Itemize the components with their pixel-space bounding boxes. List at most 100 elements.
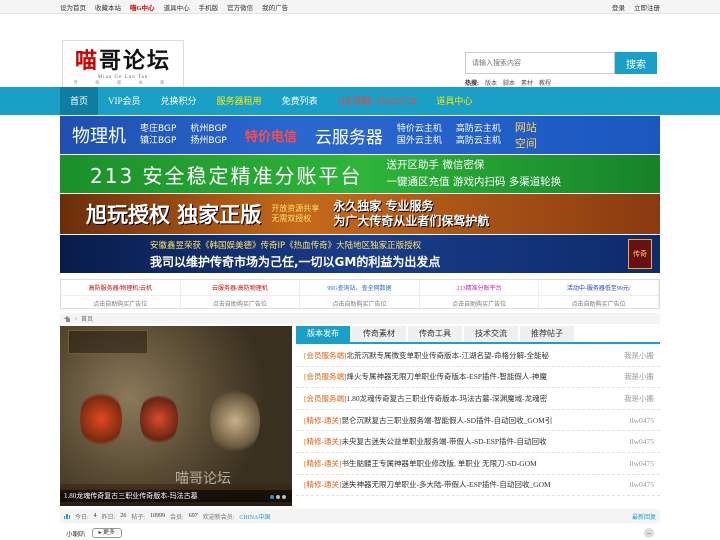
nav-server-rental[interactable]: 服务器租用	[207, 87, 272, 115]
post-title-text[interactable]: 北荒沉默专属微变单职业传奇版本-江湖名望-命格分解-全能秘	[347, 351, 550, 360]
ad-banner-license[interactable]: 旭玩授权 独家正版 开放资源共享 无需双授权 永久独家 专业服务 为广大传奇从业者们…	[60, 194, 660, 234]
buy-ad-slot-link[interactable]: 点击自助购买广告位	[539, 295, 659, 310]
post-category[interactable]: [精修-通关]	[304, 480, 342, 489]
stat-newest-member[interactable]: CHINA中国	[239, 512, 270, 521]
tab-recommended-posts[interactable]: 推荐帖子	[520, 326, 574, 342]
bookmark-link[interactable]: 收藏本站	[95, 2, 121, 12]
more-button[interactable]: ▸ 更多	[91, 528, 123, 538]
search-input[interactable]	[465, 52, 615, 74]
nav-item-center[interactable]: 道具中心	[426, 87, 482, 115]
post-category[interactable]: [精修-通关]	[304, 459, 342, 468]
breadcrumb: › 首页	[60, 313, 660, 324]
post-row[interactable]: [会员服务端]烽火专属神器无限刀单职业传奇版本-ESP插件-智能假人-神魔 我是小…	[296, 367, 660, 389]
post-author[interactable]: llw0475	[629, 480, 654, 489]
tab-version-release[interactable]: 版本发布	[296, 326, 350, 342]
post-category[interactable]: [精修-通关]	[304, 437, 342, 446]
slide-dot[interactable]	[282, 495, 286, 499]
banner-column: 高防云主机 高防云主机	[455, 124, 501, 146]
stat-posts-label: 帖子:	[131, 514, 146, 521]
hot-search: 热搜: 版本 脚本 素材 教程	[465, 78, 551, 87]
hot-search-item[interactable]: 版本	[485, 78, 497, 87]
banner-promo: 特价电信	[244, 129, 297, 145]
hot-search-item[interactable]: 教程	[539, 78, 551, 87]
post-title-text[interactable]: 迷失神器无限刀单职业-多大陆-带假人-ESP插件-自动回收_GOM	[342, 480, 551, 489]
post-title[interactable]: [精修-通关]未央复古迷失公益单职业服务端-带假人-SD-ESP插件-自动回收	[304, 436, 547, 447]
post-title[interactable]: [会员服务端]1.80龙魂传奇复古三职业传奇版本-玛法古墓-深渊魔域-龙魂密	[304, 393, 547, 404]
post-title[interactable]: [会员服务端]烽火专属神器无限刀单职业传奇版本-ESP插件-智能假人-神魔	[304, 371, 547, 382]
post-title[interactable]: [精修-通关]迷失神器无限刀单职业-多大陆-带假人-ESP插件-自动回收_GOM	[304, 479, 551, 490]
post-author[interactable]: llw0475	[629, 459, 654, 468]
post-row[interactable]: [精修-通关]未央复古迷失公益单职业服务端-带假人-SD-ESP插件-自动回收 l…	[296, 431, 660, 453]
login-link[interactable]: 登录	[612, 2, 625, 12]
post-author[interactable]: 我是小搬	[624, 371, 654, 382]
buy-ad-slot-link[interactable]: 点击自助购买广告位	[419, 295, 540, 310]
post-title[interactable]: [精修-通关]书生骷髅王专属神器单职业修改版, 单职业 无限刀-SD-GOM	[304, 458, 537, 469]
post-category[interactable]: [会员服务端]	[304, 351, 347, 360]
breadcrumb-current[interactable]: 首页	[81, 314, 93, 323]
text-ad-link[interactable]: 高防服务器/物理机/云机	[61, 280, 181, 295]
post-title-text[interactable]: 1.80龙魂传奇复古三职业传奇版本-玛法古墓-深渊魔域-龙魂密	[347, 394, 548, 403]
post-author[interactable]: llw0475	[629, 437, 654, 446]
post-title-text[interactable]: 未央复古迷失公益单职业服务端-带假人-SD-ESP插件-自动回收	[342, 437, 547, 446]
buy-ad-slot-link[interactable]: 点击自助购买广告位	[180, 295, 301, 310]
hot-search-item[interactable]: 脚本	[503, 78, 515, 87]
hot-search-label: 热搜:	[465, 81, 479, 87]
post-row[interactable]: [精修-通关]迷失神器无限刀单职业-多大陆-带假人-ESP插件-自动回收_GOM…	[296, 475, 660, 497]
nav-qq-group[interactable]: Q交流群: 335222729	[328, 87, 427, 115]
buy-ad-slot-link[interactable]: 点击自助购买广告位	[300, 295, 420, 310]
text-ad-link[interactable]: 活动中-服务器低至99元/	[539, 280, 659, 295]
nav-home[interactable]: 首页	[60, 87, 99, 115]
post-category[interactable]: [会员服务端]	[304, 394, 347, 403]
slide-dot[interactable]	[276, 495, 280, 499]
latest-replies-link[interactable]: 最新回复	[632, 512, 656, 521]
text-ad-link[interactable]: 213精准分账平台	[420, 280, 540, 295]
site-logo[interactable]: 喵哥论坛 Miao Ge Lun Tan 传 奇 版 本 库	[62, 40, 184, 88]
collapse-icon[interactable]: –	[644, 528, 654, 538]
post-title-text[interactable]: 烽火专属神器无限刀单职业传奇版本-ESP插件-智能假人-神魔	[347, 372, 547, 381]
featured-slideshow[interactable]: 喵哥论坛 1.80龙魂传奇复古三职业传奇版本-玛法古墓	[60, 326, 292, 506]
stat-members-label: 会员:	[170, 514, 184, 521]
my-ads-link[interactable]: 我的广告	[262, 2, 288, 12]
miaog-center-link[interactable]: 喵G中心	[130, 2, 155, 12]
mobile-link[interactable]: 手机版	[199, 2, 219, 12]
home-icon[interactable]	[64, 315, 71, 322]
stat-members: 697	[188, 513, 198, 519]
post-title-text[interactable]: 书生骷髅王专属神器单职业修改版, 单职业 无限刀-SD-GOM	[342, 459, 537, 468]
tab-tech-exchange[interactable]: 技术交流	[464, 326, 518, 342]
nav-exchange-points[interactable]: 兑换积分	[151, 87, 207, 115]
post-category[interactable]: [会员服务端]	[304, 372, 347, 381]
slide-caption[interactable]: 1.80龙魂传奇复古三职业传奇版本-玛法古墓	[60, 490, 292, 502]
post-row[interactable]: [精修-通关]昆仑沉默复古三职业服务端-智能假人-SD插件-自动回收_GOM引 l…	[296, 410, 660, 432]
post-row[interactable]: [会员服务端]1.80龙魂传奇复古三职业传奇版本-玛法古墓-深渊魔域-龙魂密 我是…	[296, 388, 660, 410]
text-ad-link[interactable]: 99G查询站、查全网数据	[300, 280, 420, 295]
set-homepage-link[interactable]: 设为首页	[60, 2, 86, 12]
forum-section-name[interactable]: 小喇叭	[66, 528, 86, 538]
buy-ad-slot-link[interactable]: 点击自助购买广告位	[61, 295, 181, 310]
post-title[interactable]: [精修-通关]昆仑沉默复古三职业服务端-智能假人-SD插件-自动回收_GOM引	[304, 415, 552, 426]
post-author[interactable]: 我是小搬	[624, 350, 654, 361]
tab-legend-assets[interactable]: 传奇素材	[352, 326, 406, 342]
nav-vip[interactable]: VIP会员	[98, 87, 151, 115]
search-button[interactable]: 搜索	[615, 52, 657, 74]
ad-banner-payment[interactable]: 213 安全稳定精准分账平台 送开区助手 微信密保 一键通区充值 游戏内扫码 多…	[60, 155, 660, 193]
post-row[interactable]: [精修-通关]书生骷髅王专属神器单职业修改版, 单职业 无限刀-SD-GOM ll…	[296, 453, 660, 475]
post-row[interactable]: [会员服务端]北荒沉默专属微变单职业传奇版本-江湖名望-命格分解-全能秘 我是小搬	[296, 345, 660, 367]
item-center-link[interactable]: 道具中心	[164, 2, 190, 12]
ad-banner-server[interactable]: 物理机 枣庄BGP 镇江BGP 杭州BGP 扬州BGP 特价电信 云服务器 特价云主…	[60, 116, 660, 154]
wechat-link[interactable]: 官方微信	[227, 2, 253, 12]
post-title[interactable]: [会员服务端]北荒沉默专属微变单职业传奇版本-江湖名望-命格分解-全能秘	[304, 350, 549, 361]
tab-legend-tools[interactable]: 传奇工具	[408, 326, 462, 342]
text-ad-link[interactable]: 云服务器/高防物理机	[181, 280, 301, 295]
post-title-text[interactable]: 昆仑沉默复古三职业服务端-智能假人-SD插件-自动回收_GOM引	[342, 416, 553, 425]
register-link[interactable]: 立即注册	[634, 2, 660, 12]
stats-chart-icon	[64, 513, 70, 519]
nav-free-list[interactable]: 免费列表	[272, 87, 328, 115]
slide-dot[interactable]	[270, 495, 274, 499]
header: 喵哥论坛 Miao Ge Lun Tan 传 奇 版 本 库 搜索 热搜: 版本…	[0, 14, 720, 88]
post-author[interactable]: 我是小搬	[624, 393, 654, 404]
post-category[interactable]: [精修-通关]	[304, 416, 342, 425]
ad-banner-legend-ip[interactable]: 安徽鑫昱荣获《韩国娱美德》传奇IP《热血传奇》大陆地区独家正版授权 我司以维护传…	[60, 235, 660, 273]
hot-search-item[interactable]: 素材	[521, 78, 533, 87]
post-list: [会员服务端]北荒沉默专属微变单职业传奇版本-江湖名望-命格分解-全能秘 我是小搬…	[296, 345, 660, 497]
post-author[interactable]: llw0475	[629, 416, 654, 425]
